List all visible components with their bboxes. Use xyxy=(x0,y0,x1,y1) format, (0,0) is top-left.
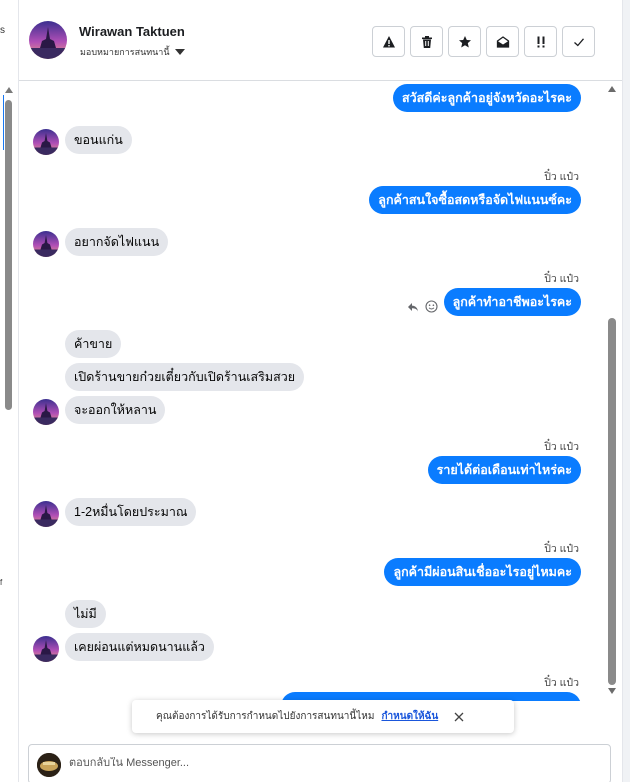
chat-scroll-down-arrow[interactable] xyxy=(608,688,616,694)
sender-name: ปิ๋ว แป๋ว xyxy=(544,441,579,453)
contact-avatar-small xyxy=(33,636,59,662)
close-notification-button[interactable] xyxy=(452,710,466,724)
incoming-message-bubble[interactable]: ขอนแก่น xyxy=(65,126,132,154)
contact-avatar[interactable] xyxy=(29,21,67,59)
outgoing-message-bubble[interactable]: รายได้ต่อเดือนเท่าไหร่คะ xyxy=(427,456,581,484)
trash-icon xyxy=(421,35,432,48)
checkmark-icon xyxy=(573,37,584,46)
star-button[interactable] xyxy=(448,26,481,57)
assign-to-me-link[interactable]: กำหนดให้ฉัน xyxy=(381,709,438,724)
incoming-message-bubble[interactable]: 1-2หมื่นโดยประมาณ xyxy=(65,498,197,526)
caret-down-icon xyxy=(174,49,185,55)
contact-avatar-small xyxy=(33,399,59,425)
incoming-message-bubble[interactable]: ไม่มี xyxy=(65,600,106,628)
chat-scrollbar-thumb[interactable] xyxy=(608,318,616,685)
star-icon xyxy=(458,35,471,47)
delete-button[interactable] xyxy=(410,26,443,57)
contact-avatar-small xyxy=(33,231,59,257)
messenger-conversation-view: s f Wirawan Taktuen มอบหมายการสนทนานี้ ส… xyxy=(0,0,630,782)
chat-scroll-up-arrow[interactable] xyxy=(608,86,616,92)
assign-label: มอบหมายการสนทนานี้ xyxy=(80,47,170,57)
outgoing-message-bubble[interactable]: ลูกค้ามีผ่อนสินเชื่ออะไรอยู่ไหมคะ xyxy=(384,558,581,586)
mark-unread-button[interactable] xyxy=(486,26,519,57)
incoming-message-bubble[interactable]: จะออกให้หลาน xyxy=(65,396,166,424)
reply-input[interactable] xyxy=(69,757,599,769)
left-scroll-up-arrow[interactable] xyxy=(5,87,13,93)
conversation-header: Wirawan Taktuen มอบหมายการสนทนานี้ xyxy=(19,0,622,81)
done-button[interactable] xyxy=(562,26,595,57)
contact-name[interactable]: Wirawan Taktuen xyxy=(79,24,185,39)
incoming-message-bubble[interactable]: อยากจัดไฟแนน xyxy=(65,228,169,256)
assign-notification: คุณต้องการได้รับการกำหนดไปยังการสนทนานี้… xyxy=(132,700,514,733)
reply-composer xyxy=(28,744,611,782)
contact-avatar-small xyxy=(33,501,59,527)
spam-button[interactable] xyxy=(372,26,405,57)
sender-name: ปิ๋ว แป๋ว xyxy=(544,543,579,555)
sender-name: ปิ๋ว แป๋ว xyxy=(544,273,579,285)
assign-conversation-dropdown[interactable]: มอบหมายการสนทนานี้ xyxy=(80,45,185,59)
left-panel-text-fragment: f xyxy=(0,578,3,587)
left-panel-active-marker xyxy=(3,95,4,150)
contact-avatar-small xyxy=(33,129,59,155)
sender-name: ปิ๋ว แป๋ว xyxy=(544,171,579,183)
page-avatar xyxy=(37,753,61,777)
message-actions xyxy=(407,300,438,313)
close-icon xyxy=(454,712,464,721)
notification-text: คุณต้องการได้รับการกำหนดไปยังการสนทนานี้… xyxy=(156,711,375,722)
left-panel-text-fragment: s xyxy=(0,25,5,36)
incoming-message-bubble[interactable]: เคยผ่อนแต่หมดนานแล้ว xyxy=(65,633,214,661)
reply-icon[interactable] xyxy=(407,301,419,313)
conversation-actions xyxy=(372,26,595,57)
message-list[interactable]: สวัสดีค่ะลูกค้าอยู่จังหวัดอะไรคะ ขอนแก่น… xyxy=(19,81,609,701)
react-smiley-icon[interactable] xyxy=(425,300,438,313)
outgoing-message-bubble[interactable]: ลูกค้าสนใจซื้อสดหรือจัดไฟแนนซ์คะ xyxy=(369,186,581,214)
left-scrollbar-thumb[interactable] xyxy=(5,100,12,410)
sender-name: ปิ๋ว แป๋ว xyxy=(544,677,579,689)
outgoing-message-bubble[interactable]: ลูกค้าทำอาชีพอะไรคะ xyxy=(443,288,581,316)
envelope-open-icon xyxy=(496,35,509,48)
incoming-message-bubble[interactable]: เปิดร้านขายก๋วยเตี๋ยวกับเปิดร้านเสริมสวย xyxy=(65,363,305,391)
avatar-image xyxy=(29,21,67,59)
left-panel-edge: s f xyxy=(0,0,19,782)
incoming-message-bubble[interactable]: ค้าขาย xyxy=(65,330,122,358)
follow-up-button[interactable] xyxy=(524,26,557,57)
outgoing-message-bubble[interactable]: สวัสดีค่ะลูกค้าอยู่จังหวัดอะไรคะ xyxy=(392,84,581,112)
right-panel-edge xyxy=(622,0,630,782)
warning-icon xyxy=(382,35,395,47)
double-exclamation-icon xyxy=(537,36,544,47)
